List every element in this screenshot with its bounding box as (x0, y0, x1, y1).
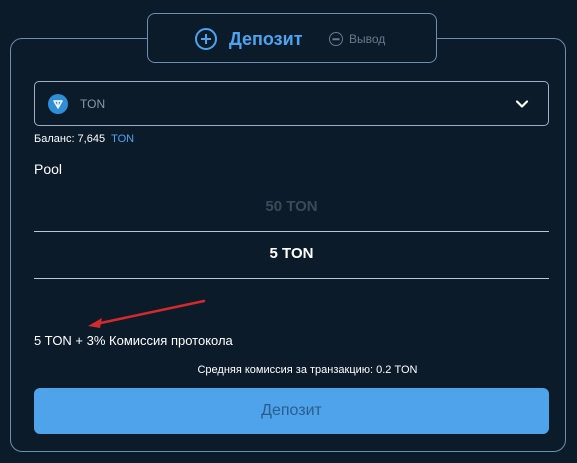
tab-deposit-label: Депозит (229, 28, 303, 49)
average-fee-text: Средняя комиссия за транзакцию: 0.2 TON (34, 364, 549, 376)
plus-circle-icon (195, 28, 217, 50)
token-select[interactable]: TON (34, 81, 549, 126)
average-fee-label: Средняя комиссия за транзакцию: 0.2 TON (197, 364, 418, 376)
chevron-down-icon (514, 96, 530, 117)
divider (34, 231, 549, 232)
balance-unit: TON (111, 133, 135, 145)
minus-circle-icon (329, 32, 343, 46)
tab-withdraw-label: Вывод (349, 32, 386, 46)
balance-label: Баланс: 7,645 (34, 133, 106, 145)
deposit-button[interactable]: Депозит (34, 388, 549, 434)
tab-switcher: Депозит Вывод (147, 13, 437, 63)
annotation-arrow-icon (88, 299, 206, 328)
divider (34, 278, 549, 279)
pool-option-5[interactable]: 5 TON (34, 240, 549, 268)
tab-withdraw[interactable]: Вывод (329, 28, 385, 50)
balance: Баланс: 7,645 TON (34, 133, 134, 145)
tab-deposit[interactable]: Депозит (195, 26, 303, 52)
protocol-fee-text: 5 TON + 3% Комиссия протокола (34, 333, 233, 348)
pool-option-50[interactable]: 50 TON (34, 194, 549, 220)
selected-token: TON (80, 96, 106, 111)
ton-logo-icon (48, 93, 68, 114)
pool-label: Pool (34, 161, 63, 177)
